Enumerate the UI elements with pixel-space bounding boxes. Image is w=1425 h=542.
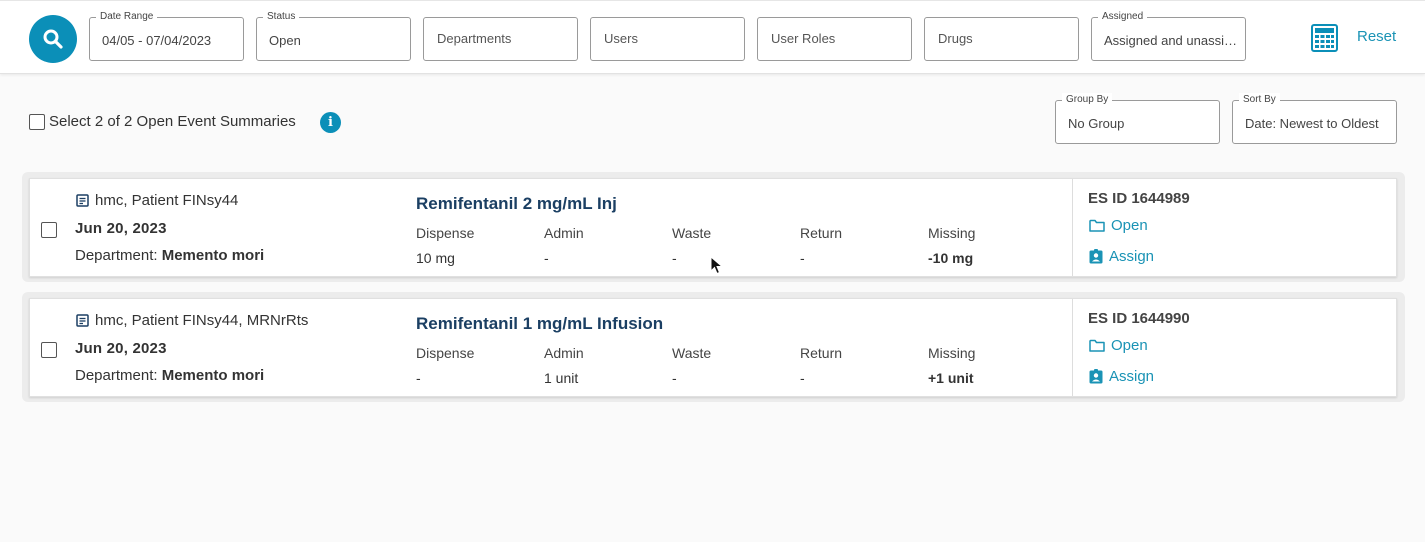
assigned-value: Assigned and unassigned [1104,33,1237,48]
dispense-value: 10 mg [416,250,455,266]
col-dispense-header: Dispense [416,345,475,361]
select-all-label: Select 2 of 2 Open Event Summaries [49,113,296,130]
open-link[interactable]: Open [1089,337,1148,354]
es-id: ES ID 1644989 [1088,190,1190,207]
status-label: Status [263,10,300,24]
status-select[interactable]: Status Open [256,10,411,61]
note-icon [76,194,89,207]
col-missing-header: Missing [928,225,976,241]
department-value: Memento mori [161,247,265,264]
col-return-header: Return [800,345,843,361]
drugs-select[interactable]: Drugs [924,17,1079,61]
col-waste-header: Waste [672,225,712,241]
select-all: Select 2 of 2 Open Event Summaries [29,113,296,130]
assign-badge-icon [1089,249,1103,264]
sort-by-select[interactable]: Sort By Date: Newest to Oldest [1232,93,1397,144]
event-date: Jun 20, 2023 [75,340,167,357]
department: Department: Memento mori [75,367,264,384]
folder-icon [1089,339,1105,352]
sort-by-label: Sort By [1239,93,1280,107]
filter-bar: Date Range 04/05 - 07/04/2023 Status Ope… [0,0,1425,74]
open-label: Open [1111,337,1148,354]
col-return-header: Return [800,225,843,241]
patient-info: hmc, Patient FINsy44, MRNrRts [76,312,308,329]
group-by-select[interactable]: Group By No Group [1055,93,1220,144]
date-range-value: 04/05 - 07/04/2023 [102,33,212,48]
user-roles-placeholder: User Roles [771,31,836,46]
department: Department: Memento mori [75,247,264,264]
departments-select[interactable]: Departments [423,17,578,61]
calculator-icon[interactable] [1311,24,1338,52]
assign-link[interactable]: Assign [1089,248,1154,265]
reset-link[interactable]: Reset [1357,28,1396,45]
assigned-select[interactable]: Assigned Assigned and unassigned [1091,10,1246,61]
card-divider [1072,179,1073,276]
return-value: - [800,370,805,386]
users-placeholder: Users [604,31,638,46]
assign-label: Assign [1109,368,1155,385]
return-value: - [800,250,805,266]
status-value: Open [269,33,301,48]
waste-value: - [672,370,677,386]
department-value: Memento mori [161,367,265,384]
event-date: Jun 20, 2023 [75,220,167,237]
missing-value: +1 unit [928,370,974,386]
admin-value: - [544,250,549,266]
card-divider [1072,299,1073,396]
col-missing-header: Missing [928,345,976,361]
missing-value: -10 mg [928,250,974,266]
info-icon[interactable]: i [320,112,341,133]
open-label: Open [1111,217,1148,234]
patient-name: hmc, Patient FINsy44, MRNrRts [95,312,309,329]
search-button[interactable] [29,15,77,63]
assigned-label: Assigned [1098,10,1148,24]
group-by-value: No Group [1068,116,1125,131]
es-id: ES ID 1644990 [1088,310,1190,327]
group-by-label: Group By [1062,93,1113,107]
col-waste-header: Waste [672,345,712,361]
assign-label: Assign [1109,248,1155,265]
folder-icon [1089,219,1105,232]
waste-value: - [672,250,677,266]
note-icon [76,314,89,327]
date-range-field[interactable]: Date Range 04/05 - 07/04/2023 [89,10,244,61]
event-card: hmc, Patient FINsy44, MRNrRts Jun 20, 20… [29,298,1397,397]
department-label: Department: [75,247,158,264]
patient-info: hmc, Patient FINsy44 [76,192,238,209]
search-icon [43,29,63,49]
mouse-cursor-icon [710,256,724,275]
sort-by-value: Date: Newest to Oldest [1245,116,1379,131]
event-checkbox[interactable] [41,222,57,238]
open-link[interactable]: Open [1089,217,1148,234]
col-admin-header: Admin [544,345,584,361]
admin-value: 1 unit [544,370,579,386]
date-range-label: Date Range [96,10,158,24]
patient-name: hmc, Patient FINsy44 [95,192,239,209]
select-all-checkbox[interactable] [29,113,45,130]
col-dispense-header: Dispense [416,225,475,241]
event-checkbox[interactable] [41,342,57,358]
department-label: Department: [75,367,158,384]
users-select[interactable]: Users [590,17,745,61]
user-roles-select[interactable]: User Roles [757,17,912,61]
drug-name[interactable]: Remifentanil 2 mg/mL Inj [416,194,617,214]
drug-name[interactable]: Remifentanil 1 mg/mL Infusion [416,314,663,334]
dispense-value: - [416,370,421,386]
assign-badge-icon [1089,369,1103,384]
col-admin-header: Admin [544,225,584,241]
departments-placeholder: Departments [437,31,512,46]
assign-link[interactable]: Assign [1089,368,1154,385]
drugs-placeholder: Drugs [938,31,973,46]
